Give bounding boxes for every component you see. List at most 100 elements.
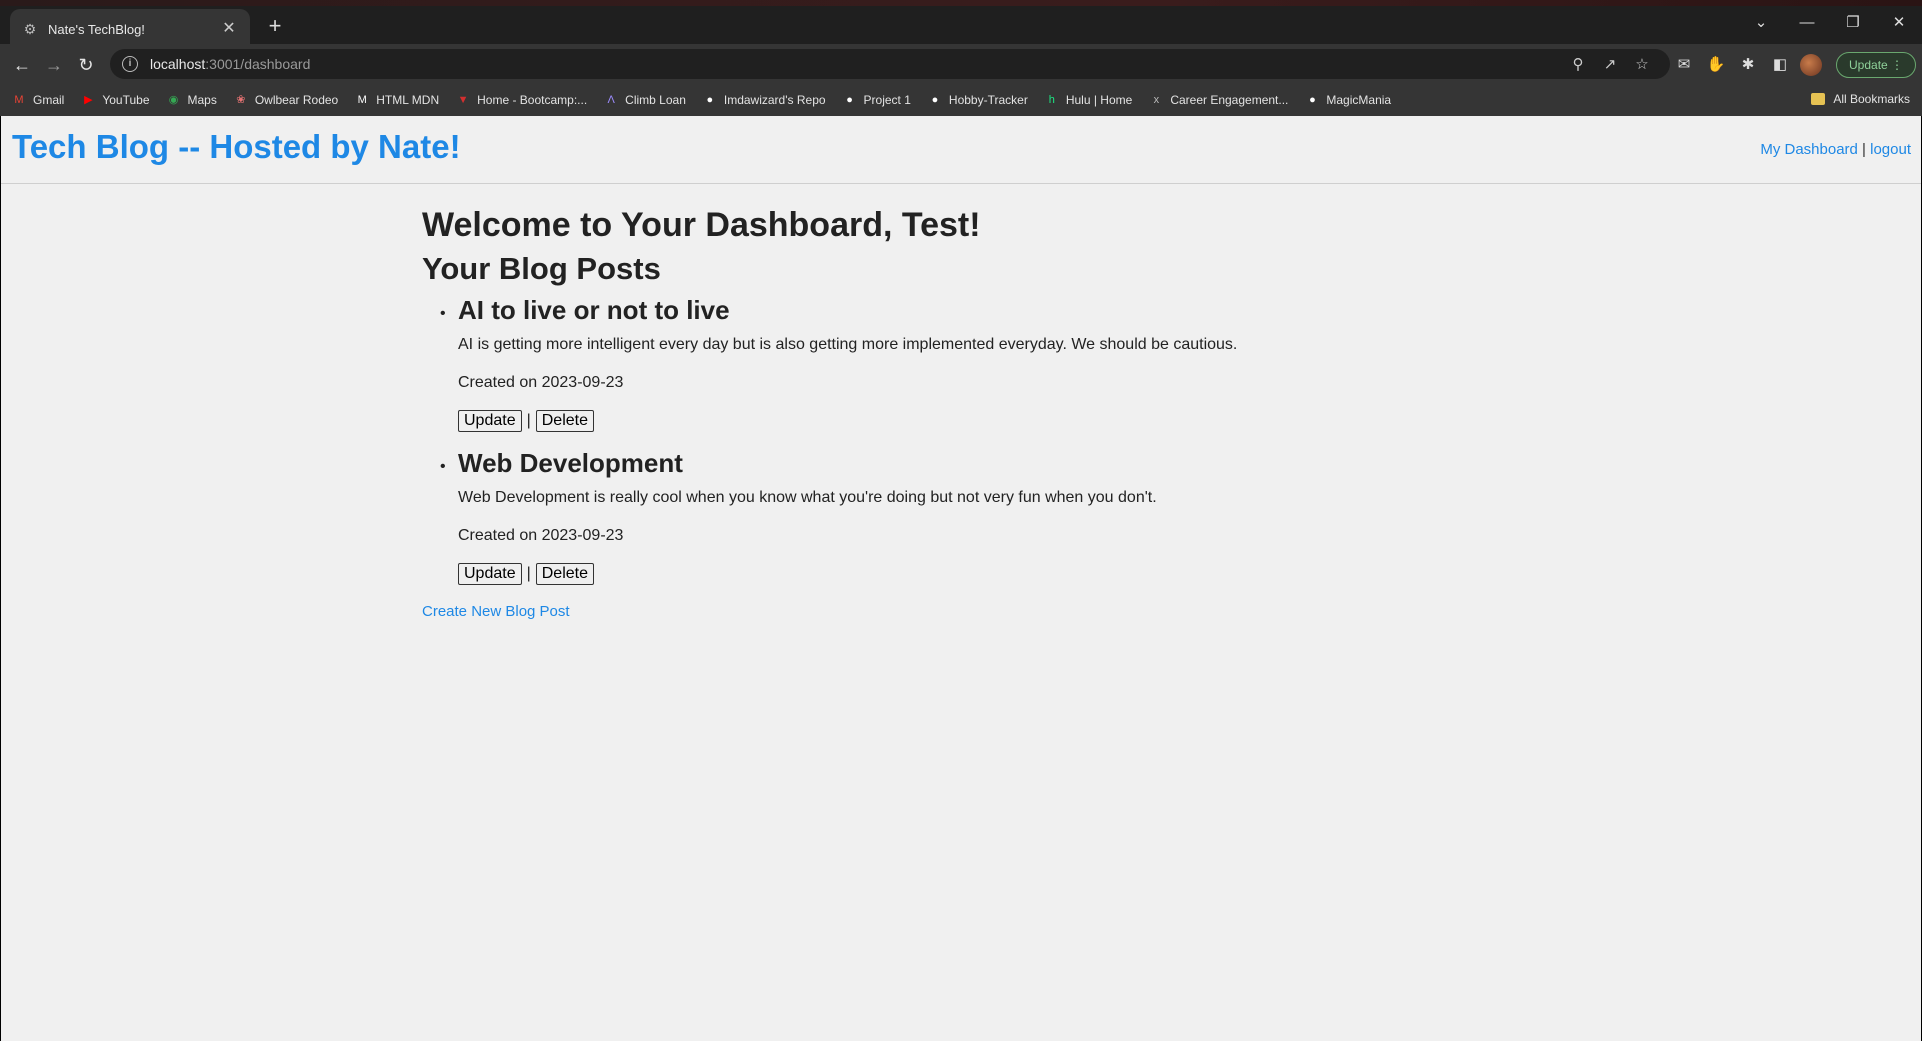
- extension-hand-icon[interactable]: ✋: [1704, 53, 1728, 77]
- forward-icon[interactable]: →: [40, 51, 68, 79]
- back-icon[interactable]: ←: [8, 51, 36, 79]
- post-list: • AI to live or not to live AI is gettin…: [422, 295, 1322, 585]
- bookmark-label: Maps: [187, 93, 217, 107]
- post-body: AI is getting more intelligent every day…: [458, 336, 1238, 353]
- delete-button[interactable]: Delete: [535, 563, 594, 585]
- bookmark-item[interactable]: ▶ YouTube: [81, 93, 149, 107]
- bookmark-label: Owlbear Rodeo: [254, 93, 339, 107]
- chrome-update-button[interactable]: Update ⋮: [1836, 52, 1917, 78]
- bookmark-item[interactable]: x Career Engagement...: [1149, 93, 1289, 107]
- mdn-icon: M: [357, 94, 367, 106]
- bookmark-item[interactable]: M HTML MDN: [355, 93, 439, 107]
- bookmark-label: HTML MDN: [376, 93, 440, 107]
- action-separator: |: [526, 565, 531, 582]
- post-date: Created on 2023-09-23: [458, 374, 624, 391]
- create-post-link[interactable]: Create New Blog Post: [422, 603, 570, 620]
- bookmark-label: Career Engagement...: [1170, 93, 1289, 107]
- maps-icon: ◉: [168, 94, 179, 106]
- all-bookmarks-button[interactable]: All Bookmarks: [1811, 92, 1910, 106]
- extensions-area: ✉ ✋ ✱ ◧ Update ⋮: [1672, 51, 1917, 79]
- post-body: Web Development is really cool when you …: [458, 489, 1157, 506]
- bookmark-item[interactable]: ▼ Home - Bootcamp:...: [456, 93, 588, 107]
- bookmark-item[interactable]: M Gmail: [12, 93, 64, 107]
- side-panel-icon[interactable]: ◧: [1768, 53, 1792, 77]
- posts-heading: Your Blog Posts: [422, 251, 661, 286]
- address-bar[interactable]: i localhost:3001/dashboard ⚲ ↗ ☆: [110, 49, 1670, 79]
- browser-tab[interactable]: ⚙ Nate's TechBlog! ✕: [10, 9, 250, 49]
- gmail-icon: M: [14, 94, 24, 106]
- bookmark-label: MagicMania: [1326, 93, 1392, 107]
- bookmark-label: Climb Loan: [625, 93, 686, 107]
- action-separator: |: [526, 412, 531, 429]
- reload-icon[interactable]: ↻: [72, 51, 100, 79]
- bootcamp-icon: ▼: [457, 94, 469, 106]
- bookmark-label: Imdawizard's Repo: [723, 93, 826, 107]
- edx-icon: x: [1153, 94, 1160, 106]
- dashboard-main: Welcome to Your Dashboard, Test! Your Bl…: [422, 206, 1322, 621]
- delete-button[interactable]: Delete: [535, 410, 594, 432]
- bookmark-item[interactable]: ● MagicMania: [1305, 93, 1391, 107]
- post-title: Web Development: [458, 448, 683, 478]
- logout-link[interactable]: logout: [1870, 141, 1911, 158]
- all-bookmarks-label: All Bookmarks: [1833, 92, 1910, 106]
- bookmark-label: Home - Bootcamp:...: [477, 93, 588, 107]
- bookmark-label: Hobby-Tracker: [948, 93, 1028, 107]
- my-dashboard-link[interactable]: My Dashboard: [1760, 141, 1858, 158]
- globe-icon: ⚙: [23, 21, 37, 37]
- browser-toolbar: ← → ↻ i localhost:3001/dashboard ⚲ ↗ ☆ ✉…: [0, 44, 1922, 84]
- share-icon[interactable]: ↗: [1594, 55, 1626, 73]
- folder-icon: [1811, 93, 1826, 105]
- close-window-icon[interactable]: ✕: [1876, 8, 1922, 38]
- tab-title: Nate's TechBlog!: [48, 21, 145, 37]
- bookmarks-bar: M Gmail ▶ YouTube ◉ Maps ❀ Owlbear Rodeo M HTML M…: [0, 84, 1922, 116]
- tab-search-icon[interactable]: ⌄: [1738, 8, 1784, 38]
- restore-icon[interactable]: ❐: [1830, 8, 1876, 38]
- bookmark-item[interactable]: ◉ Maps: [167, 93, 217, 107]
- site-header: Tech Blog -- Hosted by Nate! My Dashboar…: [1, 116, 1921, 184]
- page: Tech Blog -- Hosted by Nate! My Dashboar…: [1, 116, 1921, 1041]
- bullet-icon: •: [440, 458, 446, 475]
- bookmark-item[interactable]: ● Imdawizard's Repo: [703, 93, 826, 107]
- puzzle-icon[interactable]: ✱: [1736, 53, 1760, 77]
- window-controls: ⌄ — ❐ ✕: [1738, 8, 1922, 38]
- browser-tabstrip: ⚙ Nate's TechBlog! ✕ + ⌄ — ❐ ✕: [0, 0, 1922, 49]
- zoom-icon[interactable]: ⚲: [1562, 55, 1594, 73]
- url-text[interactable]: localhost:3001/dashboard: [150, 56, 1562, 72]
- bookmark-item[interactable]: ❀ Owlbear Rodeo: [234, 93, 338, 107]
- github-icon: ●: [931, 94, 939, 106]
- minimize-icon[interactable]: —: [1784, 8, 1830, 38]
- bookmark-label: Hulu | Home: [1065, 93, 1133, 107]
- bookmark-item[interactable]: ● Hobby-Tracker: [928, 93, 1028, 107]
- bookmark-label: Gmail: [33, 93, 65, 107]
- bookmark-item[interactable]: ● Project 1: [843, 93, 911, 107]
- star-icon[interactable]: ☆: [1626, 55, 1658, 73]
- bookmark-label: YouTube: [102, 93, 150, 107]
- post-actions: Update | Delete: [458, 410, 1322, 432]
- url-host: localhost: [150, 56, 206, 72]
- new-tab-icon[interactable]: +: [262, 13, 288, 39]
- close-tab-icon[interactable]: ✕: [220, 20, 238, 38]
- extension-badge-icon[interactable]: ✉: [1672, 53, 1696, 77]
- site-title[interactable]: Tech Blog -- Hosted by Nate!: [12, 128, 461, 166]
- climb-icon: Λ: [607, 94, 615, 106]
- welcome-heading: Welcome to Your Dashboard, Test!: [422, 206, 981, 244]
- update-label: Update: [1849, 58, 1888, 72]
- github-icon: ●: [706, 94, 714, 106]
- site-nav: My Dashboard | logout: [1760, 141, 1911, 158]
- nav-separator: |: [1862, 141, 1866, 158]
- post-actions: Update | Delete: [458, 563, 1322, 585]
- update-button[interactable]: Update: [458, 563, 522, 585]
- post-date: Created on 2023-09-23: [458, 527, 624, 544]
- github-icon: ●: [846, 94, 853, 106]
- bookmark-label: Project 1: [863, 93, 911, 107]
- update-button[interactable]: Update: [458, 410, 522, 432]
- url-path: :3001/dashboard: [205, 56, 311, 72]
- profile-avatar[interactable]: [1800, 54, 1822, 76]
- list-item: • AI to live or not to live AI is gettin…: [422, 295, 1322, 432]
- bookmark-item[interactable]: Λ Climb Loan: [604, 93, 686, 107]
- youtube-icon: ▶: [84, 94, 93, 106]
- post-title: AI to live or not to live: [458, 295, 730, 325]
- bookmark-item[interactable]: h Hulu | Home: [1045, 93, 1133, 107]
- site-info-icon[interactable]: i: [122, 56, 138, 72]
- tabstrip-top-border: [0, 0, 1922, 6]
